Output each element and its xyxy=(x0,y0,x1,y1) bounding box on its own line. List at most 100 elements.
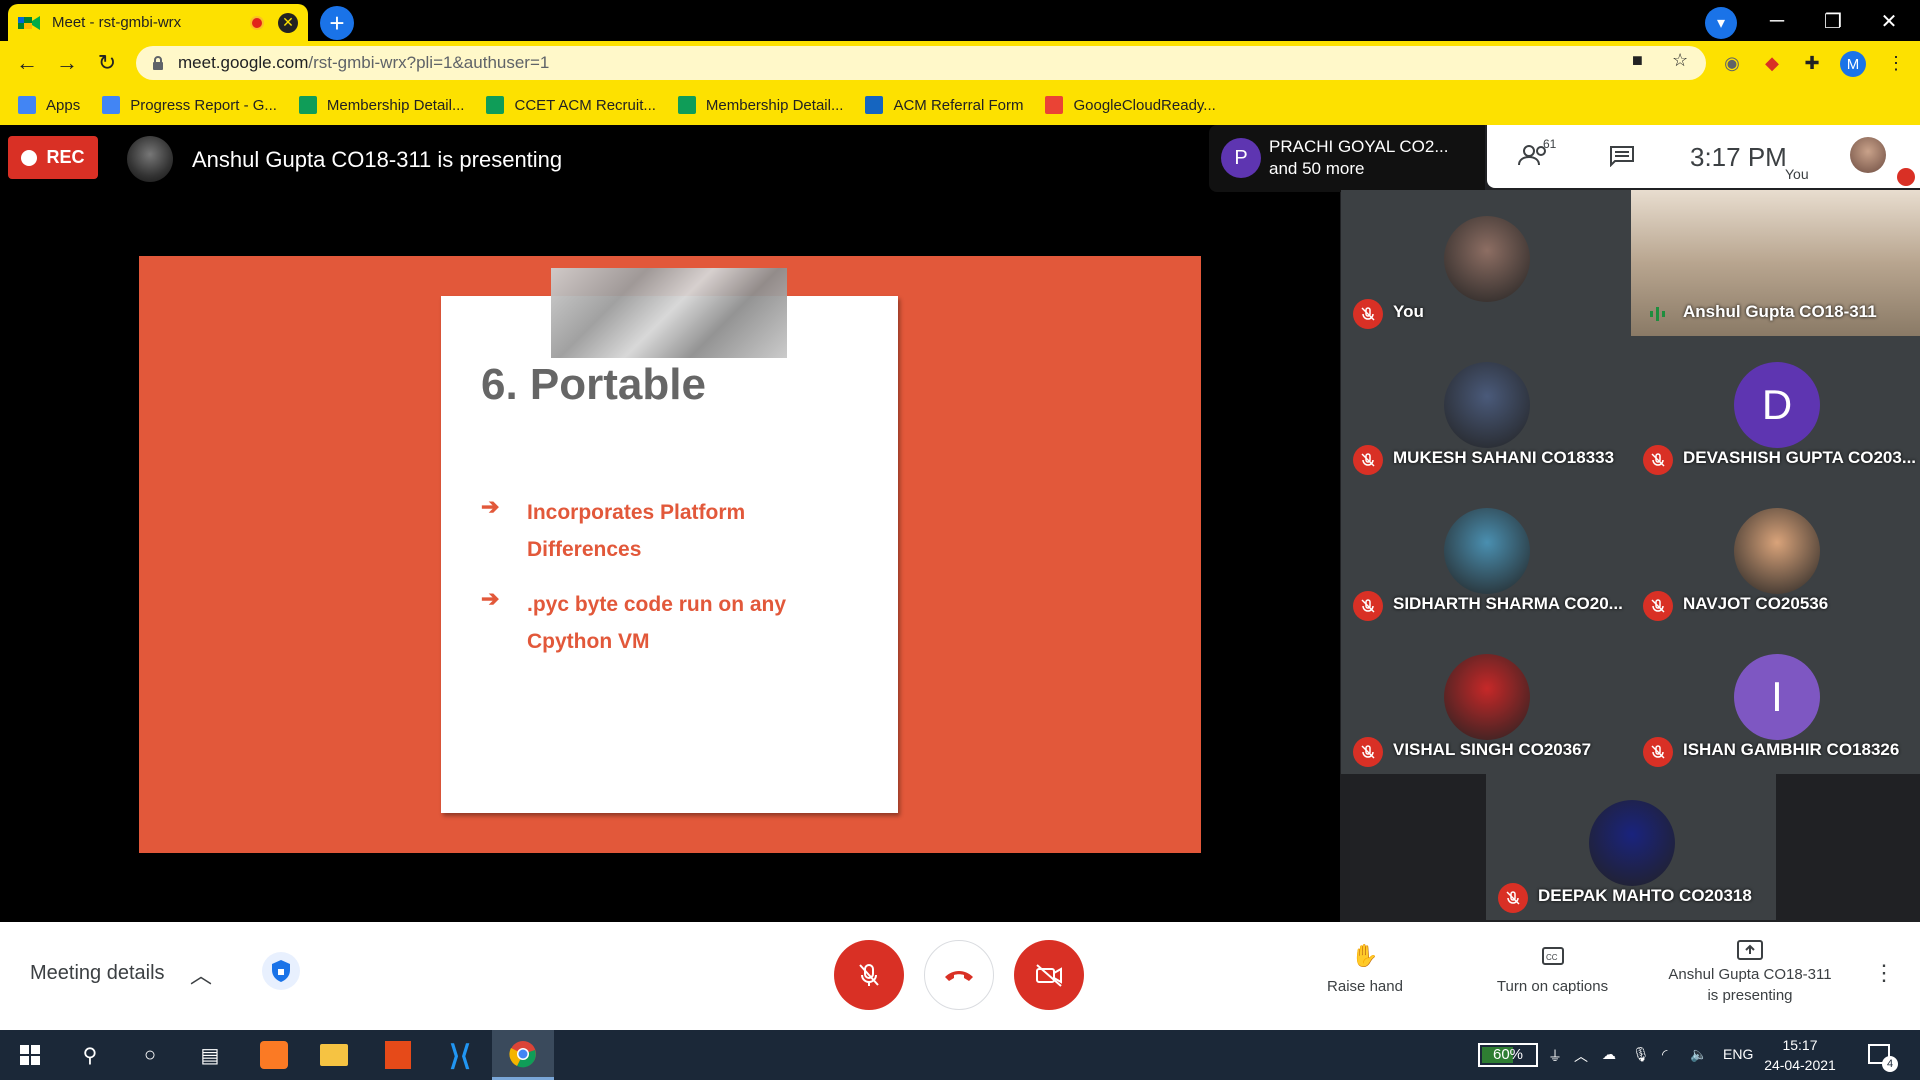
participant-tile[interactable]: VISHAL SINGH CO20367 xyxy=(1341,628,1631,774)
chrome-taskbar-icon[interactable] xyxy=(492,1030,554,1080)
download-arrow-icon[interactable]: ▾ xyxy=(1705,7,1737,39)
leave-call-button[interactable] xyxy=(924,940,994,1010)
apps-grid-icon xyxy=(18,96,36,114)
captions-button[interactable]: CC Turn on captions xyxy=(1480,940,1625,995)
xampp-icon[interactable] xyxy=(244,1030,304,1080)
onedrive-icon[interactable]: ☁ xyxy=(1602,1046,1616,1063)
bookmarks-bar: Apps Progress Report - G... Membership Det… xyxy=(0,85,1920,125)
forward-button[interactable]: → xyxy=(52,49,82,77)
participant-avatar: D xyxy=(1734,362,1820,448)
bookmark-label: ACM Referral Form xyxy=(893,96,1024,114)
participant-tile[interactable]: I ISHAN GAMBHIR CO18326 xyxy=(1631,628,1920,774)
presenting-status-button[interactable]: Anshul Gupta CO18-311 is presenting xyxy=(1650,936,1850,1004)
reload-button[interactable]: ↻ xyxy=(92,49,122,77)
camera-in-use-icon[interactable]: ■ xyxy=(1632,50,1643,71)
raise-hand-button[interactable]: ✋ Raise hand xyxy=(1310,940,1420,995)
more-options-icon[interactable]: ⋮ xyxy=(1873,960,1895,986)
meeting-details-button[interactable]: Meeting details xyxy=(30,962,165,985)
mic-muted-icon xyxy=(1353,445,1383,475)
back-button[interactable]: ← xyxy=(12,49,42,77)
volume-icon[interactable]: 🔈 xyxy=(1690,1046,1707,1063)
taskbar-date: 24-04-2021 xyxy=(1764,1057,1836,1073)
participant-name: SIDHARTH SHARMA CO20... xyxy=(1393,594,1623,613)
slide-card: 6. Portable ➔ Incorporates Platform Diff… xyxy=(441,268,898,813)
bookmark-label: Apps xyxy=(46,96,81,114)
participant-tile[interactable]: DEEPAK MAHTO CO20318 xyxy=(1486,774,1776,920)
url-host: meet.google.com xyxy=(178,53,309,72)
wifi-icon[interactable]: ◜ xyxy=(1662,1046,1667,1063)
camera-toggle-button[interactable] xyxy=(1014,940,1084,1010)
tab-close-icon[interactable]: ✕ xyxy=(278,12,298,33)
chat-icon[interactable] xyxy=(1609,145,1635,172)
mic-muted-icon xyxy=(1353,299,1383,329)
record-dot-icon xyxy=(21,149,38,166)
bookmark-item[interactable]: Apps xyxy=(18,96,80,114)
participant-tile[interactable]: Anshul Gupta CO18-311 xyxy=(1631,190,1920,336)
office-icon[interactable] xyxy=(368,1030,428,1080)
taskbar-clock[interactable]: 15:17 24-04-2021 xyxy=(1760,1035,1840,1075)
participant-avatar xyxy=(1444,362,1530,448)
shared-slide: 6. Portable ➔ Incorporates Platform Diff… xyxy=(139,256,1201,853)
arrow-icon: ➔ xyxy=(481,586,500,611)
mic-muted-icon xyxy=(1498,883,1528,913)
language-indicator[interactable]: ENG xyxy=(1723,1046,1753,1062)
microphone-tray-icon[interactable]: 🎙 xyxy=(1632,1046,1650,1063)
participant-tile[interactable]: D DEVASHISH GUPTA CO203... xyxy=(1631,336,1920,482)
bookmark-item[interactable]: Membership Detail... xyxy=(298,96,464,114)
browser-menu-icon[interactable]: ⋮ xyxy=(1884,51,1908,75)
close-window-button[interactable]: ✕ xyxy=(1864,6,1914,36)
minimize-button[interactable]: ─ xyxy=(1752,6,1802,36)
notification-count: 4 xyxy=(1882,1056,1898,1072)
task-view-icon[interactable]: ▤ xyxy=(180,1030,240,1080)
chevron-up-icon[interactable]: ︿ xyxy=(190,958,212,990)
bookmark-label: Membership Detail... xyxy=(705,96,844,114)
new-tab-button[interactable]: + xyxy=(320,6,354,40)
screen: Meet - rst-gmbi-wrx ✕ + ▾ ─ ❐ ✕ ← → ↻ me… xyxy=(0,0,1920,1080)
search-icon[interactable]: ⚲ xyxy=(60,1030,120,1080)
meet-area: REC Anshul Gupta CO18-311 is presenting … xyxy=(0,125,1920,1030)
meet-top-panel: 61 3:17 PM You xyxy=(1487,125,1920,188)
lock-icon xyxy=(152,56,164,70)
participant-tile[interactable]: You xyxy=(1341,190,1631,336)
extension-icon[interactable]: ◆ xyxy=(1760,51,1784,75)
restore-button[interactable]: ❐ xyxy=(1808,6,1858,36)
participant-name: DEEPAK MAHTO CO20318 xyxy=(1538,886,1752,905)
puzzle-extensions-icon[interactable]: ✚ xyxy=(1800,51,1824,75)
google-icon xyxy=(1045,96,1064,114)
arrow-icon: ➔ xyxy=(481,494,500,519)
tab-title: Meet - rst-gmbi-wrx xyxy=(52,14,182,31)
bookmark-item[interactable]: ACM Referral Form xyxy=(865,96,1023,114)
battery-indicator[interactable]: 60% xyxy=(1478,1043,1538,1067)
bookmark-item[interactable]: Membership Detail... xyxy=(677,96,844,114)
participant-count: 61 xyxy=(1543,137,1557,151)
rec-label: REC xyxy=(46,147,85,167)
tab-meet[interactable]: Meet - rst-gmbi-wrx ✕ xyxy=(8,4,308,41)
host-controls-icon[interactable] xyxy=(262,952,300,990)
bookmark-item[interactable]: Progress Report - G... xyxy=(102,96,277,114)
bookmark-item[interactable]: GoogleCloudReady... xyxy=(1045,96,1216,114)
chevron-up-tray-icon[interactable]: ︿ xyxy=(1574,1046,1588,1066)
mic-muted-icon xyxy=(1643,445,1673,475)
bookmark-item[interactable]: CCET ACM Recruit... xyxy=(486,96,656,114)
microphone-toggle-button[interactable] xyxy=(834,940,904,1010)
participant-tile[interactable]: NAVJOT CO20536 xyxy=(1631,482,1920,628)
mic-muted-icon xyxy=(1353,591,1383,621)
file-explorer-icon[interactable] xyxy=(304,1030,364,1080)
participant-avatar xyxy=(1444,216,1530,302)
presenting-line1: Anshul Gupta CO18-311 xyxy=(1668,966,1832,983)
participant-tile[interactable]: MUKESH SAHANI CO18333 xyxy=(1341,336,1631,482)
address-bar[interactable]: meet.google.com/rst-gmbi-wrx?pli=1&authu… xyxy=(136,46,1706,80)
screenshot-extension-icon[interactable]: ◉ xyxy=(1720,51,1744,75)
participants-chip[interactable]: P PRACHI GOYAL CO2... and 50 more xyxy=(1209,125,1485,192)
profile-avatar[interactable]: M xyxy=(1840,51,1866,77)
participant-name: DEVASHISH GUPTA CO203... xyxy=(1683,448,1917,467)
cortana-icon[interactable]: ○ xyxy=(120,1030,180,1080)
notifications-icon[interactable]: 4 xyxy=(1868,1044,1898,1072)
tab-strip: Meet - rst-gmbi-wrx ✕ + ▾ ─ ❐ ✕ xyxy=(0,0,1920,41)
url-path: /rst-gmbi-wrx?pli=1&authuser=1 xyxy=(308,53,550,72)
windows-start-icon[interactable] xyxy=(0,1030,60,1080)
participant-tile[interactable]: SIDHARTH SHARMA CO20... xyxy=(1341,482,1631,628)
vscode-icon[interactable]: ⟩⟨ xyxy=(430,1030,490,1080)
bookmark-star-icon[interactable]: ☆ xyxy=(1672,50,1688,71)
svg-text:CC: CC xyxy=(1546,953,1558,962)
